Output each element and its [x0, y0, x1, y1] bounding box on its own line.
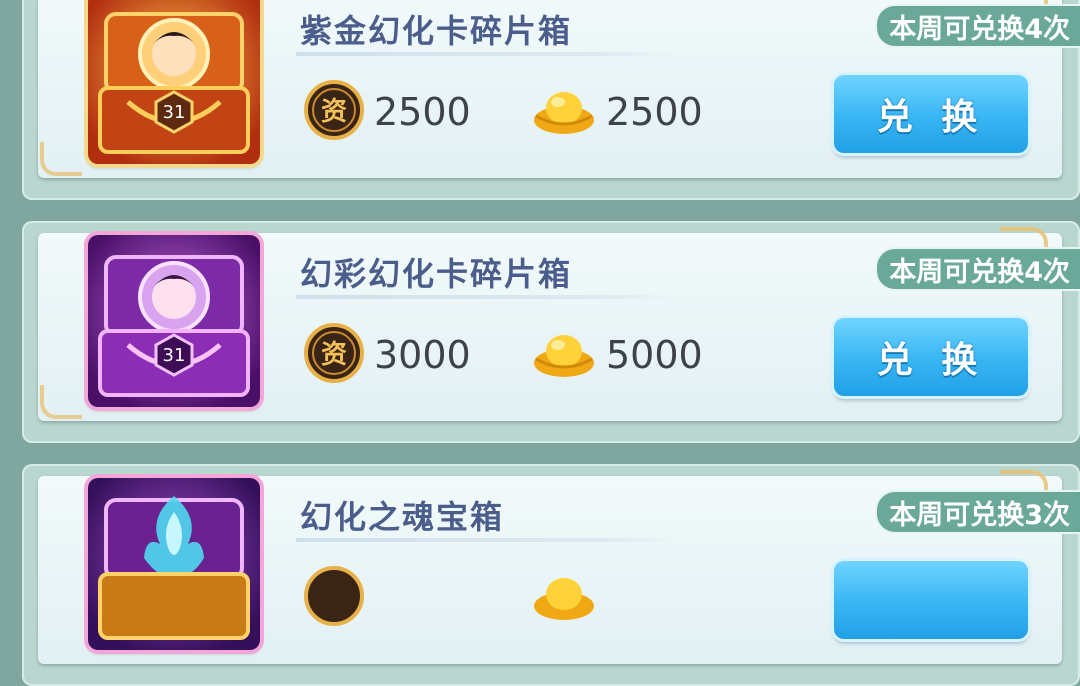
corner-ornament — [40, 385, 82, 419]
gold-cost: 5000 — [532, 325, 703, 385]
gold-cost — [532, 568, 596, 628]
gold-cost-value: 5000 — [606, 333, 703, 377]
exchange-button[interactable]: 兑 换 — [834, 75, 1028, 153]
chest-level-label: 31 — [162, 102, 186, 123]
title-divider — [296, 538, 676, 542]
weekly-limit-badge: 本周可兑换4次 — [875, 4, 1080, 48]
item-title: 幻化之魂宝箱 — [300, 498, 505, 536]
exchange-item-panel: 幻化之魂宝箱 本周可兑换3次 — [38, 470, 1080, 664]
exchange-item-panel: 31 紫金幻化卡碎片箱 资 2500 2500 本周可兑换4次 兑 换 — [38, 0, 1080, 178]
chest-thumbnail[interactable]: 31 — [88, 235, 260, 407]
token-cost: 资 2500 — [304, 80, 471, 144]
exchange-button[interactable] — [834, 561, 1028, 639]
weekly-limit-badge: 本周可兑换3次 — [875, 490, 1080, 534]
gold-ingot-icon — [532, 80, 596, 144]
corner-ornament — [40, 142, 82, 176]
exchange-item: 31 紫金幻化卡碎片箱 资 2500 2500 本周可兑换4次 兑 换 — [22, 0, 1080, 200]
chest-level-label: 31 — [162, 345, 186, 366]
svg-text:资: 资 — [321, 97, 347, 127]
token-coin-icon — [304, 566, 364, 630]
item-title: 紫金幻化卡碎片箱 — [300, 12, 573, 50]
svg-text:资: 资 — [321, 340, 347, 370]
title-divider — [296, 52, 676, 56]
token-cost-value: 3000 — [374, 333, 471, 377]
title-divider — [296, 295, 676, 299]
token-coin-icon: 资 — [304, 80, 364, 144]
chest-thumbnail[interactable] — [88, 478, 260, 650]
token-cost — [304, 566, 364, 630]
token-coin-icon: 资 — [304, 323, 364, 387]
exchange-item-panel: 31 幻彩幻化卡碎片箱 资 3000 5000 本周可兑换4次 兑 换 — [38, 227, 1080, 421]
item-title: 幻彩幻化卡碎片箱 — [300, 255, 573, 293]
exchange-item: 幻化之魂宝箱 本周可兑换3次 — [22, 464, 1080, 686]
gold-cost: 2500 — [532, 82, 703, 142]
chest-thumbnail[interactable]: 31 — [88, 0, 260, 164]
weekly-limit-badge: 本周可兑换4次 — [875, 247, 1080, 291]
token-cost-value: 2500 — [374, 90, 471, 134]
gold-cost-value: 2500 — [606, 90, 703, 134]
gold-ingot-icon — [532, 323, 596, 387]
exchange-list: 31 紫金幻化卡碎片箱 资 2500 2500 本周可兑换4次 兑 换 31 幻… — [0, 0, 1080, 686]
gold-ingot-icon — [532, 566, 596, 630]
exchange-button[interactable]: 兑 换 — [834, 318, 1028, 396]
exchange-item: 31 幻彩幻化卡碎片箱 资 3000 5000 本周可兑换4次 兑 换 — [22, 221, 1080, 443]
token-cost: 资 3000 — [304, 323, 471, 387]
